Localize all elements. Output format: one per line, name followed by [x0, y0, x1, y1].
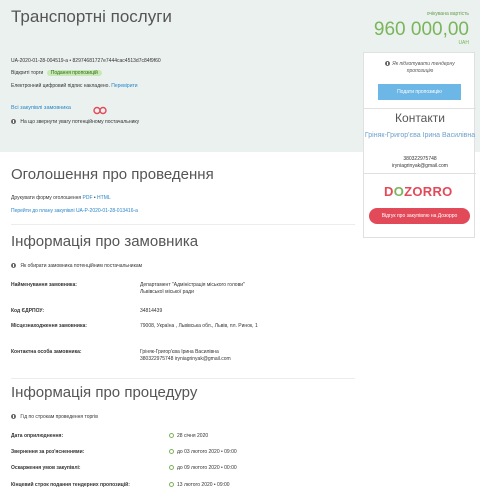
logo-part-d: D — [384, 184, 394, 199]
dozorro-feedback-button[interactable]: Відгук про закупівлю на Дозорро — [369, 208, 470, 224]
row-value: до 09 лютого 2020 • 00:00 — [177, 465, 237, 471]
row-value: 13 лютого 2020 • 09:00 — [177, 482, 230, 488]
row-value: 79008, Україна , Львівська обл., Львів, … — [140, 323, 258, 329]
clock-icon — [169, 465, 174, 470]
pdf-link[interactable]: PDF — [83, 195, 93, 201]
row-label: Контактна особа замовника: — [11, 349, 82, 355]
row-label: Місцезнаходження замовника: — [11, 323, 87, 329]
submit-proposal-button[interactable]: Подати пропозицію — [378, 84, 461, 100]
row-label: Дата оприлюднення: — [11, 433, 64, 439]
chain-link-icon[interactable] — [93, 102, 107, 120]
row-value: Гріняк-Григор'єва Ірина Василівна 380322… — [140, 349, 231, 362]
row-value-wrap: до 09 лютого 2020 • 00:00 — [169, 465, 289, 472]
divider — [364, 108, 476, 109]
sidebar-panel: Як підготувати тендерну пропозицію Подат… — [363, 52, 476, 238]
info-icon — [11, 414, 16, 419]
dozorro-logo[interactable]: DOZORRO — [384, 184, 453, 199]
customer-note[interactable]: Як обирати замовника потенційним постача… — [11, 263, 142, 269]
row-value-wrap: 13 лютого 2020 • 09:00 — [169, 482, 289, 489]
status-badge: Подання пропозицій — [46, 70, 102, 76]
row-value: Департамент "Адміністрація міського голо… — [140, 282, 245, 295]
announcement-heading: Оголошення про проведення — [11, 166, 214, 183]
row-value-wrap: до 03 лютого 2020 • 09:00 — [169, 449, 289, 456]
logo-part-o: O — [393, 184, 405, 199]
row-label: Звернення за роз'ясненнями: — [11, 449, 85, 455]
divider — [11, 378, 355, 379]
procedure-note[interactable]: Гід по строкам проведення торгів — [11, 414, 98, 420]
divider — [364, 173, 476, 174]
verify-link[interactable]: Перевірити — [111, 83, 137, 89]
row-value: 34814439 — [140, 308, 163, 314]
logo-part-zorro: ZORRO — [404, 184, 453, 199]
contact-name: Гріняк-Григор'єва Ірина Василівна — [364, 132, 476, 139]
clock-icon — [169, 449, 174, 454]
clock-icon — [169, 482, 174, 487]
proposal-guide-note[interactable]: Як підготувати тендерну пропозицію — [364, 61, 476, 75]
all-purchases-link[interactable]: Всі закупівлі замовника — [11, 105, 71, 111]
contact-phone: 380322975748 — [403, 156, 437, 162]
procedure-note-text: Гід по строкам проведення торгів — [20, 414, 98, 420]
row-label: Найменування замовника: — [11, 282, 77, 288]
customer-heading: Інформація про замовника — [11, 233, 199, 250]
row-value: 28 січня 2020 — [177, 433, 209, 439]
info-icon — [11, 263, 16, 268]
contact-email[interactable]: iryniagrinyak@gmail.com — [364, 163, 476, 170]
proposal-guide-text: Як підготувати тендерну пропозицію — [392, 61, 455, 74]
estimate-label: очікувана вартість — [426, 11, 469, 17]
print-form-row: Друкувати форму оголошення PDF • HTML — [11, 195, 111, 201]
row-label: Код ЄДРПОУ: — [11, 308, 45, 314]
trading-type-label: Відкриті торги — [11, 70, 44, 76]
divider — [11, 224, 355, 225]
html-link[interactable]: HTML — [97, 195, 111, 201]
trading-type-row: Відкриті торги Подання пропозицій — [11, 70, 102, 76]
estimated-amount: 960 000,00 — [373, 19, 469, 40]
procedure-heading: Інформація про процедуру — [11, 384, 198, 401]
print-form-label: Друкувати форму оголошення — [11, 195, 82, 201]
page-title: Транспортні послуги — [11, 7, 172, 26]
signature-row: Електронний цифровий підпис накладено. П… — [11, 83, 138, 89]
row-value-wrap: 28 січня 2020 — [169, 433, 289, 440]
currency-label: UAH — [458, 40, 469, 46]
contact-details: 380322975748 iryniagrinyak@gmail.com — [364, 156, 476, 170]
attention-note-text: На що звернути увагу потенційному постач… — [20, 119, 140, 125]
info-icon — [385, 61, 391, 66]
tender-id: UA-2020-01-28-004519-a • 82974681727e744… — [11, 58, 161, 64]
customer-note-text: Як обирати замовника потенційним постача… — [20, 263, 143, 269]
clock-icon — [169, 433, 174, 438]
plan-link[interactable]: Перейти до плану закупівлі UA-P-2020-01-… — [11, 208, 138, 214]
contacts-heading: Контакти — [395, 111, 445, 125]
attention-note[interactable]: На що звернути увагу потенційному постач… — [11, 119, 139, 125]
row-label: Кінцевий строк подання тендерних пропози… — [11, 482, 130, 488]
info-icon — [11, 119, 16, 124]
row-label: Оскарження умов закупівлі: — [11, 465, 81, 471]
signature-text: Електронний цифровий підпис накладено. — [11, 83, 110, 89]
row-value: до 03 лютого 2020 • 09:00 — [177, 449, 237, 455]
